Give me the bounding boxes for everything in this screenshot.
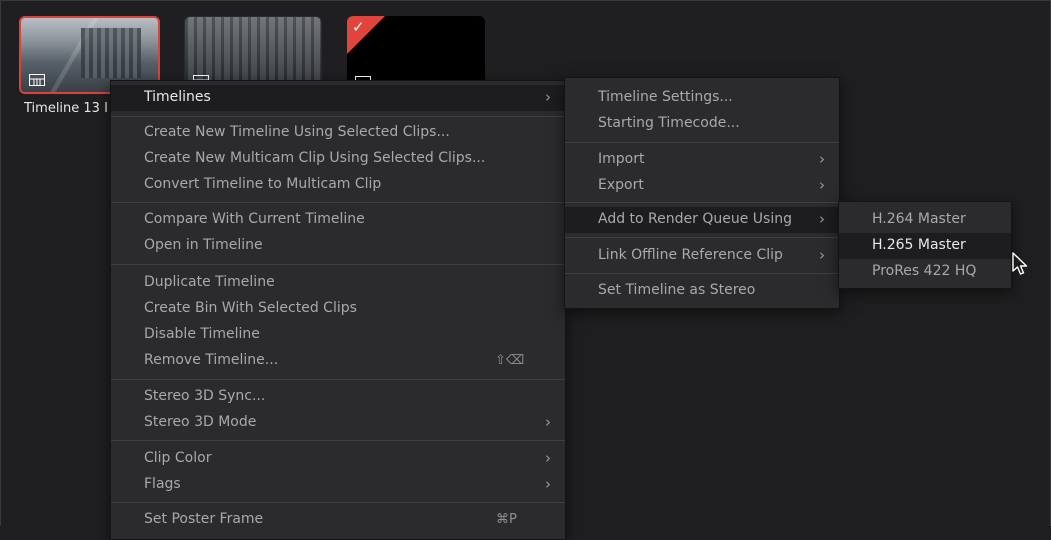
chevron-right-icon: › — [819, 210, 825, 228]
submenu-item-add-to-render-queue[interactable]: Add to Render Queue Using › — [565, 207, 839, 233]
menu-item-create-bin[interactable]: Create Bin With Selected Clips — [111, 296, 565, 322]
submenu-item-timeline-settings[interactable]: Timeline Settings... — [565, 85, 839, 111]
menu-item-clip-color[interactable]: Clip Color › — [111, 446, 565, 472]
menu-divider — [565, 142, 839, 143]
chevron-right-icon: › — [819, 246, 825, 264]
mouse-pointer-icon — [1012, 252, 1028, 275]
menu-divider — [565, 202, 839, 203]
shortcut-label: ⇧⌫ — [495, 353, 525, 368]
timeline-icon — [29, 74, 45, 86]
context-menu: Timelines › Create New Timeline Using Se… — [110, 80, 566, 540]
menu-divider — [111, 502, 565, 503]
render-preset-h264[interactable]: H.264 Master — [839, 207, 1011, 233]
submenu-item-link-offline[interactable]: Link Offline Reference Clip › — [565, 243, 839, 269]
submenu-item-import[interactable]: Import › — [565, 147, 839, 173]
menu-item-remove[interactable]: Remove Timeline... ⇧⌫ — [111, 348, 565, 374]
chevron-right-icon: › — [545, 449, 551, 467]
submenu-item-set-stereo[interactable]: Set Timeline as Stereo — [565, 278, 839, 304]
chevron-right-icon: › — [545, 88, 551, 106]
menu-divider — [111, 264, 565, 265]
submenu-item-starting-timecode[interactable]: Starting Timecode... — [565, 111, 839, 137]
render-preset-prores[interactable]: ProRes 422 HQ — [839, 259, 1011, 285]
menu-item-disable[interactable]: Disable Timeline — [111, 322, 565, 348]
timelines-submenu: Timeline Settings... Starting Timecode..… — [564, 77, 840, 309]
chevron-right-icon: › — [545, 475, 551, 493]
render-preset-submenu: H.264 Master H.265 Master ProRes 422 HQ — [838, 201, 1012, 289]
menu-item-stereo-mode[interactable]: Stereo 3D Mode › — [111, 410, 565, 436]
menu-divider — [111, 116, 565, 117]
render-preset-h265[interactable]: H.265 Master — [839, 233, 1011, 259]
menu-item-duplicate[interactable]: Duplicate Timeline — [111, 270, 565, 296]
menu-item-open-in-timeline[interactable]: Open in Timeline — [111, 233, 565, 259]
menu-item-stereo-sync[interactable]: Stereo 3D Sync... — [111, 384, 565, 410]
menu-item-set-poster-frame[interactable]: Set Poster Frame ⌘P — [111, 507, 565, 533]
menu-item-convert-to-multicam[interactable]: Convert Timeline to Multicam Clip — [111, 172, 565, 198]
menu-divider — [111, 202, 565, 203]
menu-item-timelines[interactable]: Timelines › — [111, 85, 565, 111]
menu-divider — [565, 273, 839, 274]
menu-item-create-new-timeline[interactable]: Create New Timeline Using Selected Clips… — [111, 120, 565, 146]
menu-item-create-new-multicam[interactable]: Create New Multicam Clip Using Selected … — [111, 146, 565, 172]
menu-divider — [111, 379, 565, 380]
clip-label[interactable]: Timeline 13 I — [24, 101, 108, 116]
menu-divider — [111, 440, 565, 441]
shortcut-label: ⌘P — [496, 512, 517, 527]
checkmark-icon: ✓ — [352, 18, 365, 36]
menu-divider — [565, 237, 839, 238]
chevron-right-icon: › — [819, 150, 825, 168]
menu-item-compare[interactable]: Compare With Current Timeline — [111, 207, 565, 233]
menu-item-flags[interactable]: Flags › — [111, 472, 565, 498]
chevron-right-icon: › — [819, 176, 825, 194]
chevron-right-icon: › — [545, 413, 551, 431]
submenu-item-export[interactable]: Export › — [565, 173, 839, 199]
